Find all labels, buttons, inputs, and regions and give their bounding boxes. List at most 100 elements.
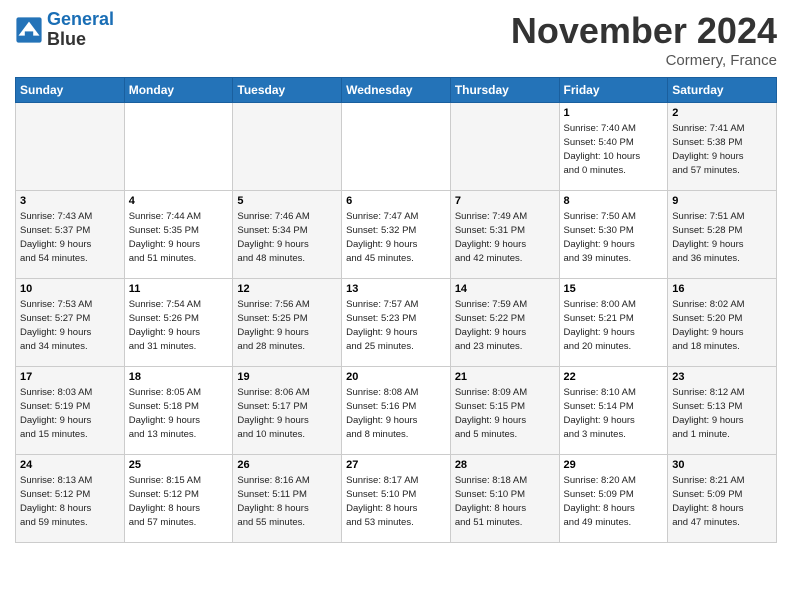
day-number: 26 bbox=[237, 458, 337, 473]
day-info: Sunrise: 7:43 AM Sunset: 5:37 PM Dayligh… bbox=[20, 210, 120, 265]
day-number: 19 bbox=[237, 370, 337, 385]
day-info: Sunrise: 7:51 AM Sunset: 5:28 PM Dayligh… bbox=[672, 210, 772, 265]
calendar-day-cell bbox=[124, 103, 233, 191]
weekday-header-cell: Tuesday bbox=[233, 78, 342, 103]
weekday-header-cell: Friday bbox=[559, 78, 668, 103]
calendar-day-cell: 26Sunrise: 8:16 AM Sunset: 5:11 PM Dayli… bbox=[233, 455, 342, 543]
day-number: 23 bbox=[672, 370, 772, 385]
day-number: 12 bbox=[237, 282, 337, 297]
calendar-week-row: 3Sunrise: 7:43 AM Sunset: 5:37 PM Daylig… bbox=[16, 191, 777, 279]
day-number: 29 bbox=[564, 458, 664, 473]
day-info: Sunrise: 7:46 AM Sunset: 5:34 PM Dayligh… bbox=[237, 210, 337, 265]
month-title: November 2024 bbox=[511, 10, 777, 52]
calendar-day-cell: 20Sunrise: 8:08 AM Sunset: 5:16 PM Dayli… bbox=[342, 367, 451, 455]
day-number: 1 bbox=[564, 106, 664, 121]
calendar-week-row: 10Sunrise: 7:53 AM Sunset: 5:27 PM Dayli… bbox=[16, 279, 777, 367]
day-number: 17 bbox=[20, 370, 120, 385]
calendar-day-cell: 29Sunrise: 8:20 AM Sunset: 5:09 PM Dayli… bbox=[559, 455, 668, 543]
day-number: 15 bbox=[564, 282, 664, 297]
weekday-header-row: SundayMondayTuesdayWednesdayThursdayFrid… bbox=[16, 78, 777, 103]
calendar-day-cell: 2Sunrise: 7:41 AM Sunset: 5:38 PM Daylig… bbox=[668, 103, 777, 191]
logo-line2: Blue bbox=[47, 30, 114, 50]
calendar-day-cell: 28Sunrise: 8:18 AM Sunset: 5:10 PM Dayli… bbox=[450, 455, 559, 543]
logo-line1: General bbox=[47, 9, 114, 29]
day-info: Sunrise: 8:10 AM Sunset: 5:14 PM Dayligh… bbox=[564, 386, 664, 441]
calendar-day-cell: 22Sunrise: 8:10 AM Sunset: 5:14 PM Dayli… bbox=[559, 367, 668, 455]
calendar-day-cell: 30Sunrise: 8:21 AM Sunset: 5:09 PM Dayli… bbox=[668, 455, 777, 543]
calendar-day-cell: 15Sunrise: 8:00 AM Sunset: 5:21 PM Dayli… bbox=[559, 279, 668, 367]
weekday-header-cell: Sunday bbox=[16, 78, 125, 103]
weekday-header-cell: Thursday bbox=[450, 78, 559, 103]
calendar-day-cell: 18Sunrise: 8:05 AM Sunset: 5:18 PM Dayli… bbox=[124, 367, 233, 455]
day-info: Sunrise: 7:57 AM Sunset: 5:23 PM Dayligh… bbox=[346, 298, 446, 353]
day-info: Sunrise: 7:40 AM Sunset: 5:40 PM Dayligh… bbox=[564, 122, 664, 177]
day-info: Sunrise: 8:00 AM Sunset: 5:21 PM Dayligh… bbox=[564, 298, 664, 353]
day-info: Sunrise: 8:06 AM Sunset: 5:17 PM Dayligh… bbox=[237, 386, 337, 441]
day-info: Sunrise: 7:44 AM Sunset: 5:35 PM Dayligh… bbox=[129, 210, 229, 265]
calendar-day-cell bbox=[233, 103, 342, 191]
calendar-day-cell: 27Sunrise: 8:17 AM Sunset: 5:10 PM Dayli… bbox=[342, 455, 451, 543]
day-info: Sunrise: 8:05 AM Sunset: 5:18 PM Dayligh… bbox=[129, 386, 229, 441]
calendar-day-cell: 14Sunrise: 7:59 AM Sunset: 5:22 PM Dayli… bbox=[450, 279, 559, 367]
day-number: 24 bbox=[20, 458, 120, 473]
page-header: General Blue November 2024 Cormery, Fran… bbox=[15, 10, 777, 69]
day-number: 13 bbox=[346, 282, 446, 297]
calendar-day-cell: 7Sunrise: 7:49 AM Sunset: 5:31 PM Daylig… bbox=[450, 191, 559, 279]
day-number: 6 bbox=[346, 194, 446, 209]
day-info: Sunrise: 8:21 AM Sunset: 5:09 PM Dayligh… bbox=[672, 474, 772, 529]
day-info: Sunrise: 8:18 AM Sunset: 5:10 PM Dayligh… bbox=[455, 474, 555, 529]
day-number: 21 bbox=[455, 370, 555, 385]
day-number: 5 bbox=[237, 194, 337, 209]
day-info: Sunrise: 7:53 AM Sunset: 5:27 PM Dayligh… bbox=[20, 298, 120, 353]
logo-icon bbox=[15, 16, 43, 44]
weekday-header-cell: Wednesday bbox=[342, 78, 451, 103]
calendar-week-row: 1Sunrise: 7:40 AM Sunset: 5:40 PM Daylig… bbox=[16, 103, 777, 191]
day-number: 28 bbox=[455, 458, 555, 473]
location: Cormery, France bbox=[511, 52, 777, 69]
day-number: 11 bbox=[129, 282, 229, 297]
calendar-day-cell: 4Sunrise: 7:44 AM Sunset: 5:35 PM Daylig… bbox=[124, 191, 233, 279]
day-info: Sunrise: 8:13 AM Sunset: 5:12 PM Dayligh… bbox=[20, 474, 120, 529]
calendar-day-cell bbox=[450, 103, 559, 191]
calendar-day-cell: 5Sunrise: 7:46 AM Sunset: 5:34 PM Daylig… bbox=[233, 191, 342, 279]
day-number: 7 bbox=[455, 194, 555, 209]
calendar-table: SundayMondayTuesdayWednesdayThursdayFrid… bbox=[15, 77, 777, 543]
weekday-header-cell: Monday bbox=[124, 78, 233, 103]
day-info: Sunrise: 8:03 AM Sunset: 5:19 PM Dayligh… bbox=[20, 386, 120, 441]
day-number: 10 bbox=[20, 282, 120, 297]
day-number: 8 bbox=[564, 194, 664, 209]
logo: General Blue bbox=[15, 10, 114, 50]
calendar-day-cell: 9Sunrise: 7:51 AM Sunset: 5:28 PM Daylig… bbox=[668, 191, 777, 279]
calendar-week-row: 24Sunrise: 8:13 AM Sunset: 5:12 PM Dayli… bbox=[16, 455, 777, 543]
day-number: 9 bbox=[672, 194, 772, 209]
calendar-day-cell: 21Sunrise: 8:09 AM Sunset: 5:15 PM Dayli… bbox=[450, 367, 559, 455]
calendar-week-row: 17Sunrise: 8:03 AM Sunset: 5:19 PM Dayli… bbox=[16, 367, 777, 455]
logo-text: General Blue bbox=[47, 10, 114, 50]
calendar-day-cell: 23Sunrise: 8:12 AM Sunset: 5:13 PM Dayli… bbox=[668, 367, 777, 455]
day-info: Sunrise: 7:41 AM Sunset: 5:38 PM Dayligh… bbox=[672, 122, 772, 177]
day-info: Sunrise: 8:12 AM Sunset: 5:13 PM Dayligh… bbox=[672, 386, 772, 441]
calendar-day-cell: 8Sunrise: 7:50 AM Sunset: 5:30 PM Daylig… bbox=[559, 191, 668, 279]
day-number: 20 bbox=[346, 370, 446, 385]
calendar-day-cell: 16Sunrise: 8:02 AM Sunset: 5:20 PM Dayli… bbox=[668, 279, 777, 367]
calendar-day-cell: 1Sunrise: 7:40 AM Sunset: 5:40 PM Daylig… bbox=[559, 103, 668, 191]
day-info: Sunrise: 8:15 AM Sunset: 5:12 PM Dayligh… bbox=[129, 474, 229, 529]
calendar-day-cell bbox=[342, 103, 451, 191]
day-info: Sunrise: 8:16 AM Sunset: 5:11 PM Dayligh… bbox=[237, 474, 337, 529]
calendar-day-cell: 11Sunrise: 7:54 AM Sunset: 5:26 PM Dayli… bbox=[124, 279, 233, 367]
calendar-day-cell: 10Sunrise: 7:53 AM Sunset: 5:27 PM Dayli… bbox=[16, 279, 125, 367]
day-info: Sunrise: 7:56 AM Sunset: 5:25 PM Dayligh… bbox=[237, 298, 337, 353]
day-number: 30 bbox=[672, 458, 772, 473]
day-info: Sunrise: 7:59 AM Sunset: 5:22 PM Dayligh… bbox=[455, 298, 555, 353]
day-info: Sunrise: 7:50 AM Sunset: 5:30 PM Dayligh… bbox=[564, 210, 664, 265]
weekday-header-cell: Saturday bbox=[668, 78, 777, 103]
calendar-day-cell: 24Sunrise: 8:13 AM Sunset: 5:12 PM Dayli… bbox=[16, 455, 125, 543]
day-number: 18 bbox=[129, 370, 229, 385]
day-info: Sunrise: 8:02 AM Sunset: 5:20 PM Dayligh… bbox=[672, 298, 772, 353]
day-info: Sunrise: 7:47 AM Sunset: 5:32 PM Dayligh… bbox=[346, 210, 446, 265]
calendar-day-cell: 12Sunrise: 7:56 AM Sunset: 5:25 PM Dayli… bbox=[233, 279, 342, 367]
day-info: Sunrise: 8:17 AM Sunset: 5:10 PM Dayligh… bbox=[346, 474, 446, 529]
day-number: 25 bbox=[129, 458, 229, 473]
day-number: 16 bbox=[672, 282, 772, 297]
day-number: 14 bbox=[455, 282, 555, 297]
